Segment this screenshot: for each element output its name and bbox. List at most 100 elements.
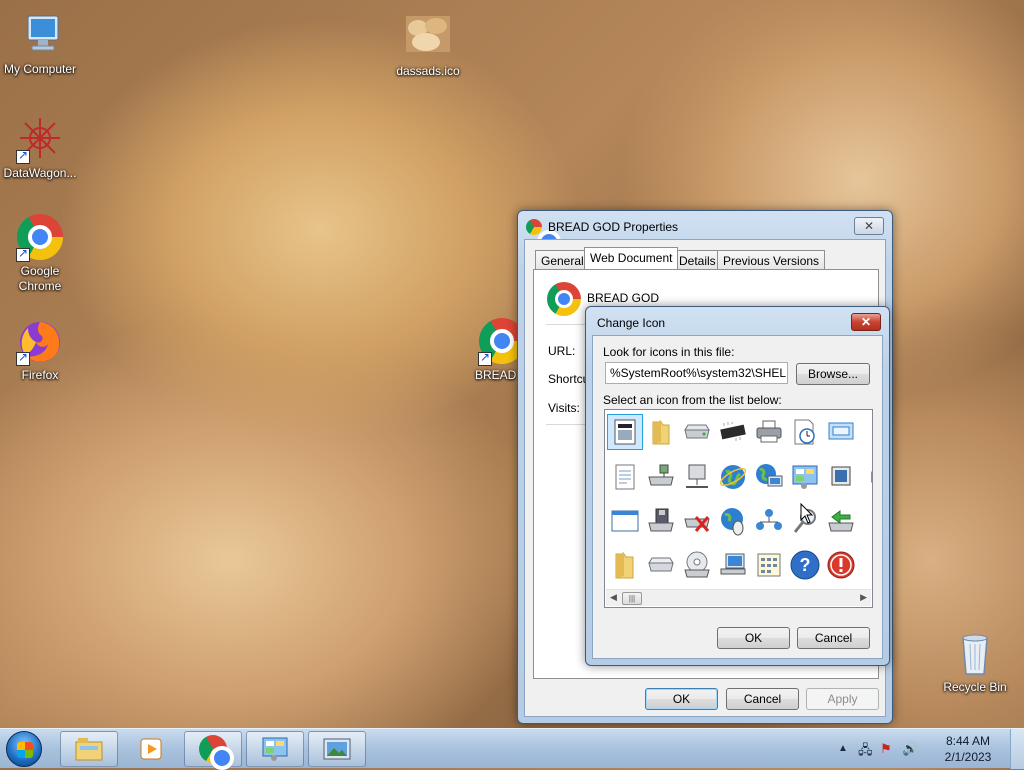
globe-icon[interactable] — [715, 459, 751, 495]
select-icon-label: Select an icon from the list below: — [603, 393, 782, 407]
clock-time: 8:44 AM — [945, 734, 991, 748]
cancel-button[interactable]: Cancel — [797, 627, 870, 649]
start-button[interactable] — [6, 731, 42, 767]
network-icon[interactable]: 🖧 — [858, 741, 873, 763]
folder-icon[interactable] — [643, 414, 679, 450]
datawagon-icon — [16, 116, 64, 164]
drive-icon[interactable] — [679, 414, 715, 450]
show-hidden-icons-arrow-icon[interactable]: ▲ — [838, 743, 848, 754]
blank-document-icon[interactable] — [607, 414, 643, 450]
network-drive-icon[interactable] — [643, 459, 679, 495]
system-tray: ▲ 🖧 ⚑ 🔊 8:44 AM 2/1/2023 — [834, 729, 1024, 769]
server-icon[interactable] — [679, 459, 715, 495]
desktop-icon-label: Google Chrome — [18, 264, 62, 293]
url-label: URL: — [548, 344, 576, 358]
volume-icon[interactable]: 🔊 — [902, 741, 918, 757]
chrome-icon — [547, 282, 581, 316]
svg-text:?: ? — [800, 555, 811, 575]
shortcut-arrow-icon — [16, 350, 30, 366]
bread-image-icon — [404, 14, 452, 62]
shortcut-name: BREAD GOD — [587, 291, 660, 305]
scroll-thumb[interactable]: ||| — [622, 592, 642, 605]
shortcut-arrow-icon — [16, 148, 30, 164]
media-player-icon — [140, 738, 162, 760]
desktop-icon-dassads[interactable]: dassads.ico — [388, 14, 468, 79]
network-users-icon[interactable] — [751, 503, 787, 539]
shortcut-arrow-icon — [478, 350, 492, 366]
scroll-right-arrow-icon[interactable]: ▶ — [860, 592, 867, 603]
desktop-icon-firefox[interactable]: Firefox — [0, 318, 80, 383]
partial-icon[interactable] — [859, 414, 872, 450]
drive-flat-icon[interactable] — [643, 547, 679, 583]
delete-drive-icon[interactable] — [679, 503, 715, 539]
control-panel-icon — [262, 737, 288, 761]
close-button[interactable]: ✕ — [851, 313, 881, 331]
clock-icon[interactable] — [787, 414, 823, 450]
back-arrow-icon[interactable] — [823, 503, 859, 539]
ok-button[interactable]: OK — [645, 688, 718, 710]
calculator-icon[interactable] — [751, 547, 787, 583]
dialog-title: Change Icon — [597, 316, 666, 330]
clock-date: 2/1/2023 — [944, 750, 992, 764]
show-desktop-button[interactable] — [1010, 729, 1024, 769]
desktop-icon-label: DataWagon... — [3, 166, 77, 180]
monitor-icon[interactable] — [823, 459, 859, 495]
icon-list[interactable]: ? ◀ ||| ▶ — [604, 409, 873, 608]
desktop-icon-datawagon[interactable]: DataWagon... — [0, 116, 80, 181]
application-window-icon[interactable] — [607, 503, 643, 539]
floppy-disk-icon[interactable] — [643, 503, 679, 539]
mouse-cursor-icon — [800, 503, 814, 524]
partial-icon[interactable] — [859, 459, 872, 495]
network-globe-icon[interactable] — [751, 459, 787, 495]
text-document-icon[interactable] — [607, 459, 643, 495]
screenshot-icon — [323, 738, 351, 760]
taskbar-screenshot[interactable] — [308, 731, 366, 767]
desktop-icon-label: My Computer — [3, 62, 77, 76]
taskbar-chrome[interactable] — [184, 731, 242, 770]
windows-explorer-icon — [75, 738, 103, 761]
partial-icon[interactable] — [859, 503, 872, 539]
chrome-icon — [526, 219, 561, 254]
chip-icon[interactable] — [715, 414, 751, 450]
desktop-icon-label: Firefox — [21, 368, 59, 382]
desktop-icon-google-chrome[interactable]: Google Chrome — [0, 214, 80, 294]
desktop-icon-recycle-bin[interactable]: Recycle Bin — [935, 630, 1015, 695]
visits-label: Visits: — [548, 401, 580, 415]
tab-web-document[interactable]: Web Document — [584, 247, 679, 269]
chrome-icon — [199, 735, 234, 770]
cd-drive-icon[interactable] — [679, 547, 715, 583]
icon-file-path-input[interactable]: %SystemRoot%\system32\SHELL32 — [605, 362, 788, 384]
apply-button[interactable]: Apply — [806, 688, 879, 710]
taskbar-windows-explorer[interactable] — [60, 731, 118, 767]
dialog-body: Look for icons in this file: %SystemRoot… — [592, 335, 883, 659]
warning-shield-icon[interactable] — [823, 547, 859, 583]
computer-icon[interactable] — [715, 547, 751, 583]
desktop-icon-my-computer[interactable]: My Computer — [0, 12, 80, 77]
computer-icon — [16, 12, 64, 60]
horizontal-scrollbar[interactable]: ◀ ||| ▶ — [606, 589, 871, 606]
taskbar-media-player[interactable] — [122, 731, 180, 767]
folder-open-icon[interactable] — [607, 547, 643, 583]
browse-button[interactable]: Browse... — [796, 363, 870, 385]
tab-previous-versions[interactable]: Previous Versions — [717, 250, 826, 270]
printer-icon[interactable] — [751, 414, 787, 450]
control-panel-icon[interactable] — [787, 459, 823, 495]
look-for-icons-label: Look for icons in this file: — [603, 345, 735, 359]
tab-details[interactable]: Details — [673, 250, 722, 270]
chrome-icon — [16, 214, 64, 262]
clock[interactable]: 8:44 AM 2/1/2023 — [938, 733, 998, 765]
change-icon-dialog: Change Icon ✕ Look for icons in this fil… — [585, 306, 890, 666]
action-center-flag-icon[interactable]: ⚑ — [880, 741, 892, 757]
ok-button[interactable]: OK — [717, 627, 790, 649]
taskbar-control-panel[interactable] — [246, 731, 304, 767]
partial-icon[interactable] — [859, 547, 872, 583]
recycle-bin-icon — [951, 630, 999, 678]
taskbar: ▲ 🖧 ⚑ 🔊 8:44 AM 2/1/2023 — [0, 728, 1024, 770]
cancel-button[interactable]: Cancel — [726, 688, 799, 710]
tab-general[interactable]: General — [535, 250, 590, 270]
close-button[interactable]: ✕ — [854, 217, 884, 235]
help-icon[interactable]: ? — [787, 547, 823, 583]
scroll-left-arrow-icon[interactable]: ◀ — [610, 592, 617, 603]
globe-mouse-icon[interactable] — [715, 503, 751, 539]
window-icon[interactable] — [823, 414, 859, 450]
